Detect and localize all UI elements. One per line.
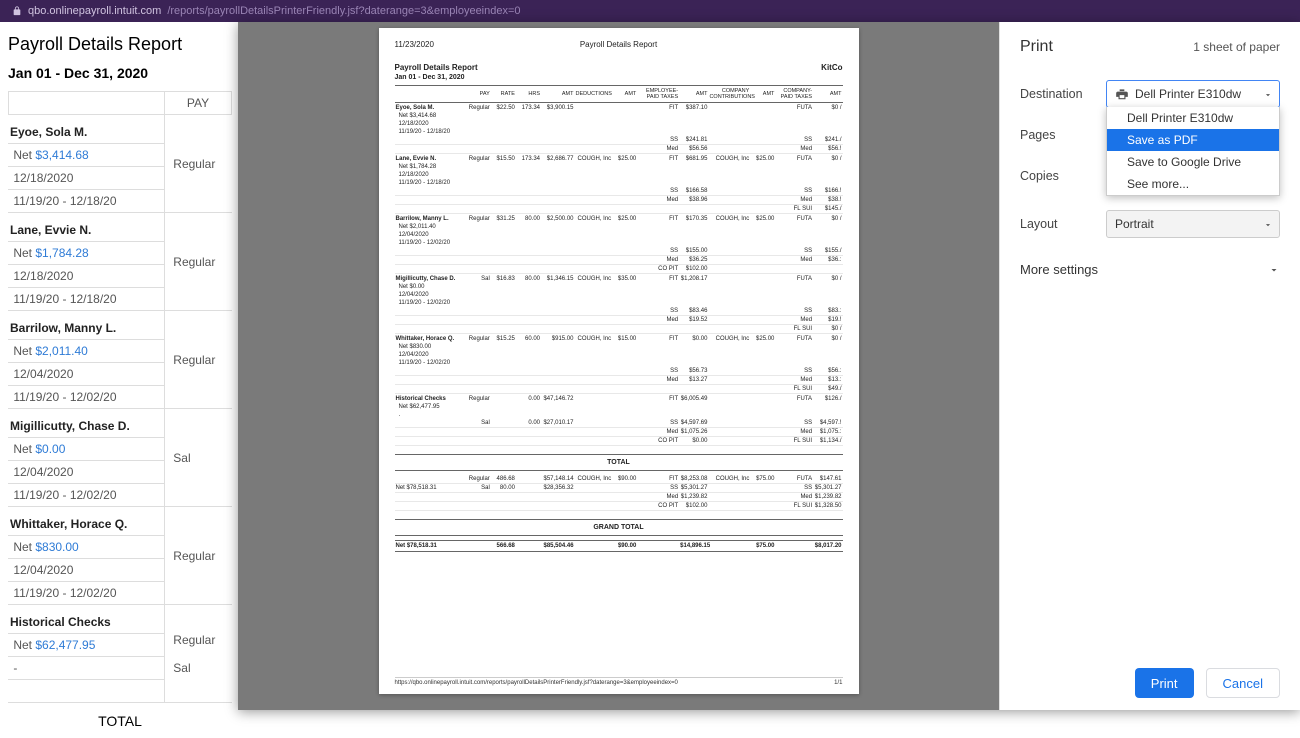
- more-settings-toggle[interactable]: More settings: [1020, 258, 1280, 281]
- layout-value: Portrait: [1115, 217, 1154, 231]
- pv-total-label: TOTAL: [395, 454, 843, 471]
- chevron-down-icon: [1268, 264, 1280, 276]
- print-preview-area[interactable]: 11/23/2020 Payroll Details Report Payrol…: [238, 22, 1000, 710]
- cancel-button[interactable]: Cancel: [1206, 668, 1280, 698]
- destination-select[interactable]: Dell Printer E310dw: [1106, 80, 1280, 108]
- destination-option[interactable]: Save as PDF: [1107, 129, 1279, 151]
- printer-icon: [1115, 87, 1129, 101]
- chevron-down-icon: [1263, 219, 1273, 233]
- preview-page: 11/23/2020 Payroll Details Report Payrol…: [379, 28, 859, 694]
- pv-title: Payroll Details Report: [379, 40, 859, 49]
- url-host: qbo.onlinepayroll.intuit.com: [28, 0, 161, 22]
- destination-label: Destination: [1020, 87, 1106, 101]
- url-path: /reports/payrollDetailsPrinterFriendly.j…: [167, 0, 520, 22]
- destination-option[interactable]: Dell Printer E310dw: [1107, 107, 1279, 129]
- pv-company: KitCo: [821, 63, 842, 72]
- print-button[interactable]: Print: [1135, 668, 1194, 698]
- destination-value: Dell Printer E310dw: [1135, 87, 1241, 101]
- url-bar: qbo.onlinepayroll.intuit.com/reports/pay…: [0, 0, 1300, 22]
- bg-report-panel: Payroll Details Report Jan 01 - Dec 31, …: [0, 22, 238, 738]
- print-dialog: 11/23/2020 Payroll Details Report Payrol…: [238, 22, 1300, 710]
- lock-icon: [12, 6, 22, 16]
- pv-range: Jan 01 - Dec 31, 2020: [395, 74, 843, 81]
- pp-sheets: 1 sheet of paper: [1193, 40, 1280, 54]
- more-settings-label: More settings: [1020, 262, 1098, 277]
- layout-label: Layout: [1020, 217, 1106, 231]
- chevron-down-icon: [1263, 89, 1273, 103]
- print-settings-panel: Print 1 sheet of paper Destination Dell …: [1000, 22, 1300, 710]
- destination-option[interactable]: Save to Google Drive: [1107, 151, 1279, 173]
- destination-dropdown[interactable]: Dell Printer E310dwSave as PDFSave to Go…: [1106, 107, 1280, 196]
- bg-range: Jan 01 - Dec 31, 2020: [8, 65, 232, 81]
- copies-label: Copies: [1020, 169, 1106, 183]
- bg-total: TOTAL: [8, 703, 232, 729]
- destination-option[interactable]: See more...: [1107, 173, 1279, 195]
- pv-footer-page: 1/1: [834, 680, 842, 686]
- pages-label: Pages: [1020, 128, 1106, 142]
- layout-select[interactable]: Portrait: [1106, 210, 1280, 238]
- pv-footer-url: https://qbo.onlinepayroll.intuit.com/rep…: [395, 680, 678, 686]
- pv-subtitle: Payroll Details Report: [395, 63, 478, 72]
- pv-grand-label: GRAND TOTAL: [395, 519, 843, 536]
- bg-title: Payroll Details Report: [8, 34, 232, 55]
- bg-col-pay: PAY: [165, 92, 232, 115]
- pp-title: Print: [1020, 38, 1053, 56]
